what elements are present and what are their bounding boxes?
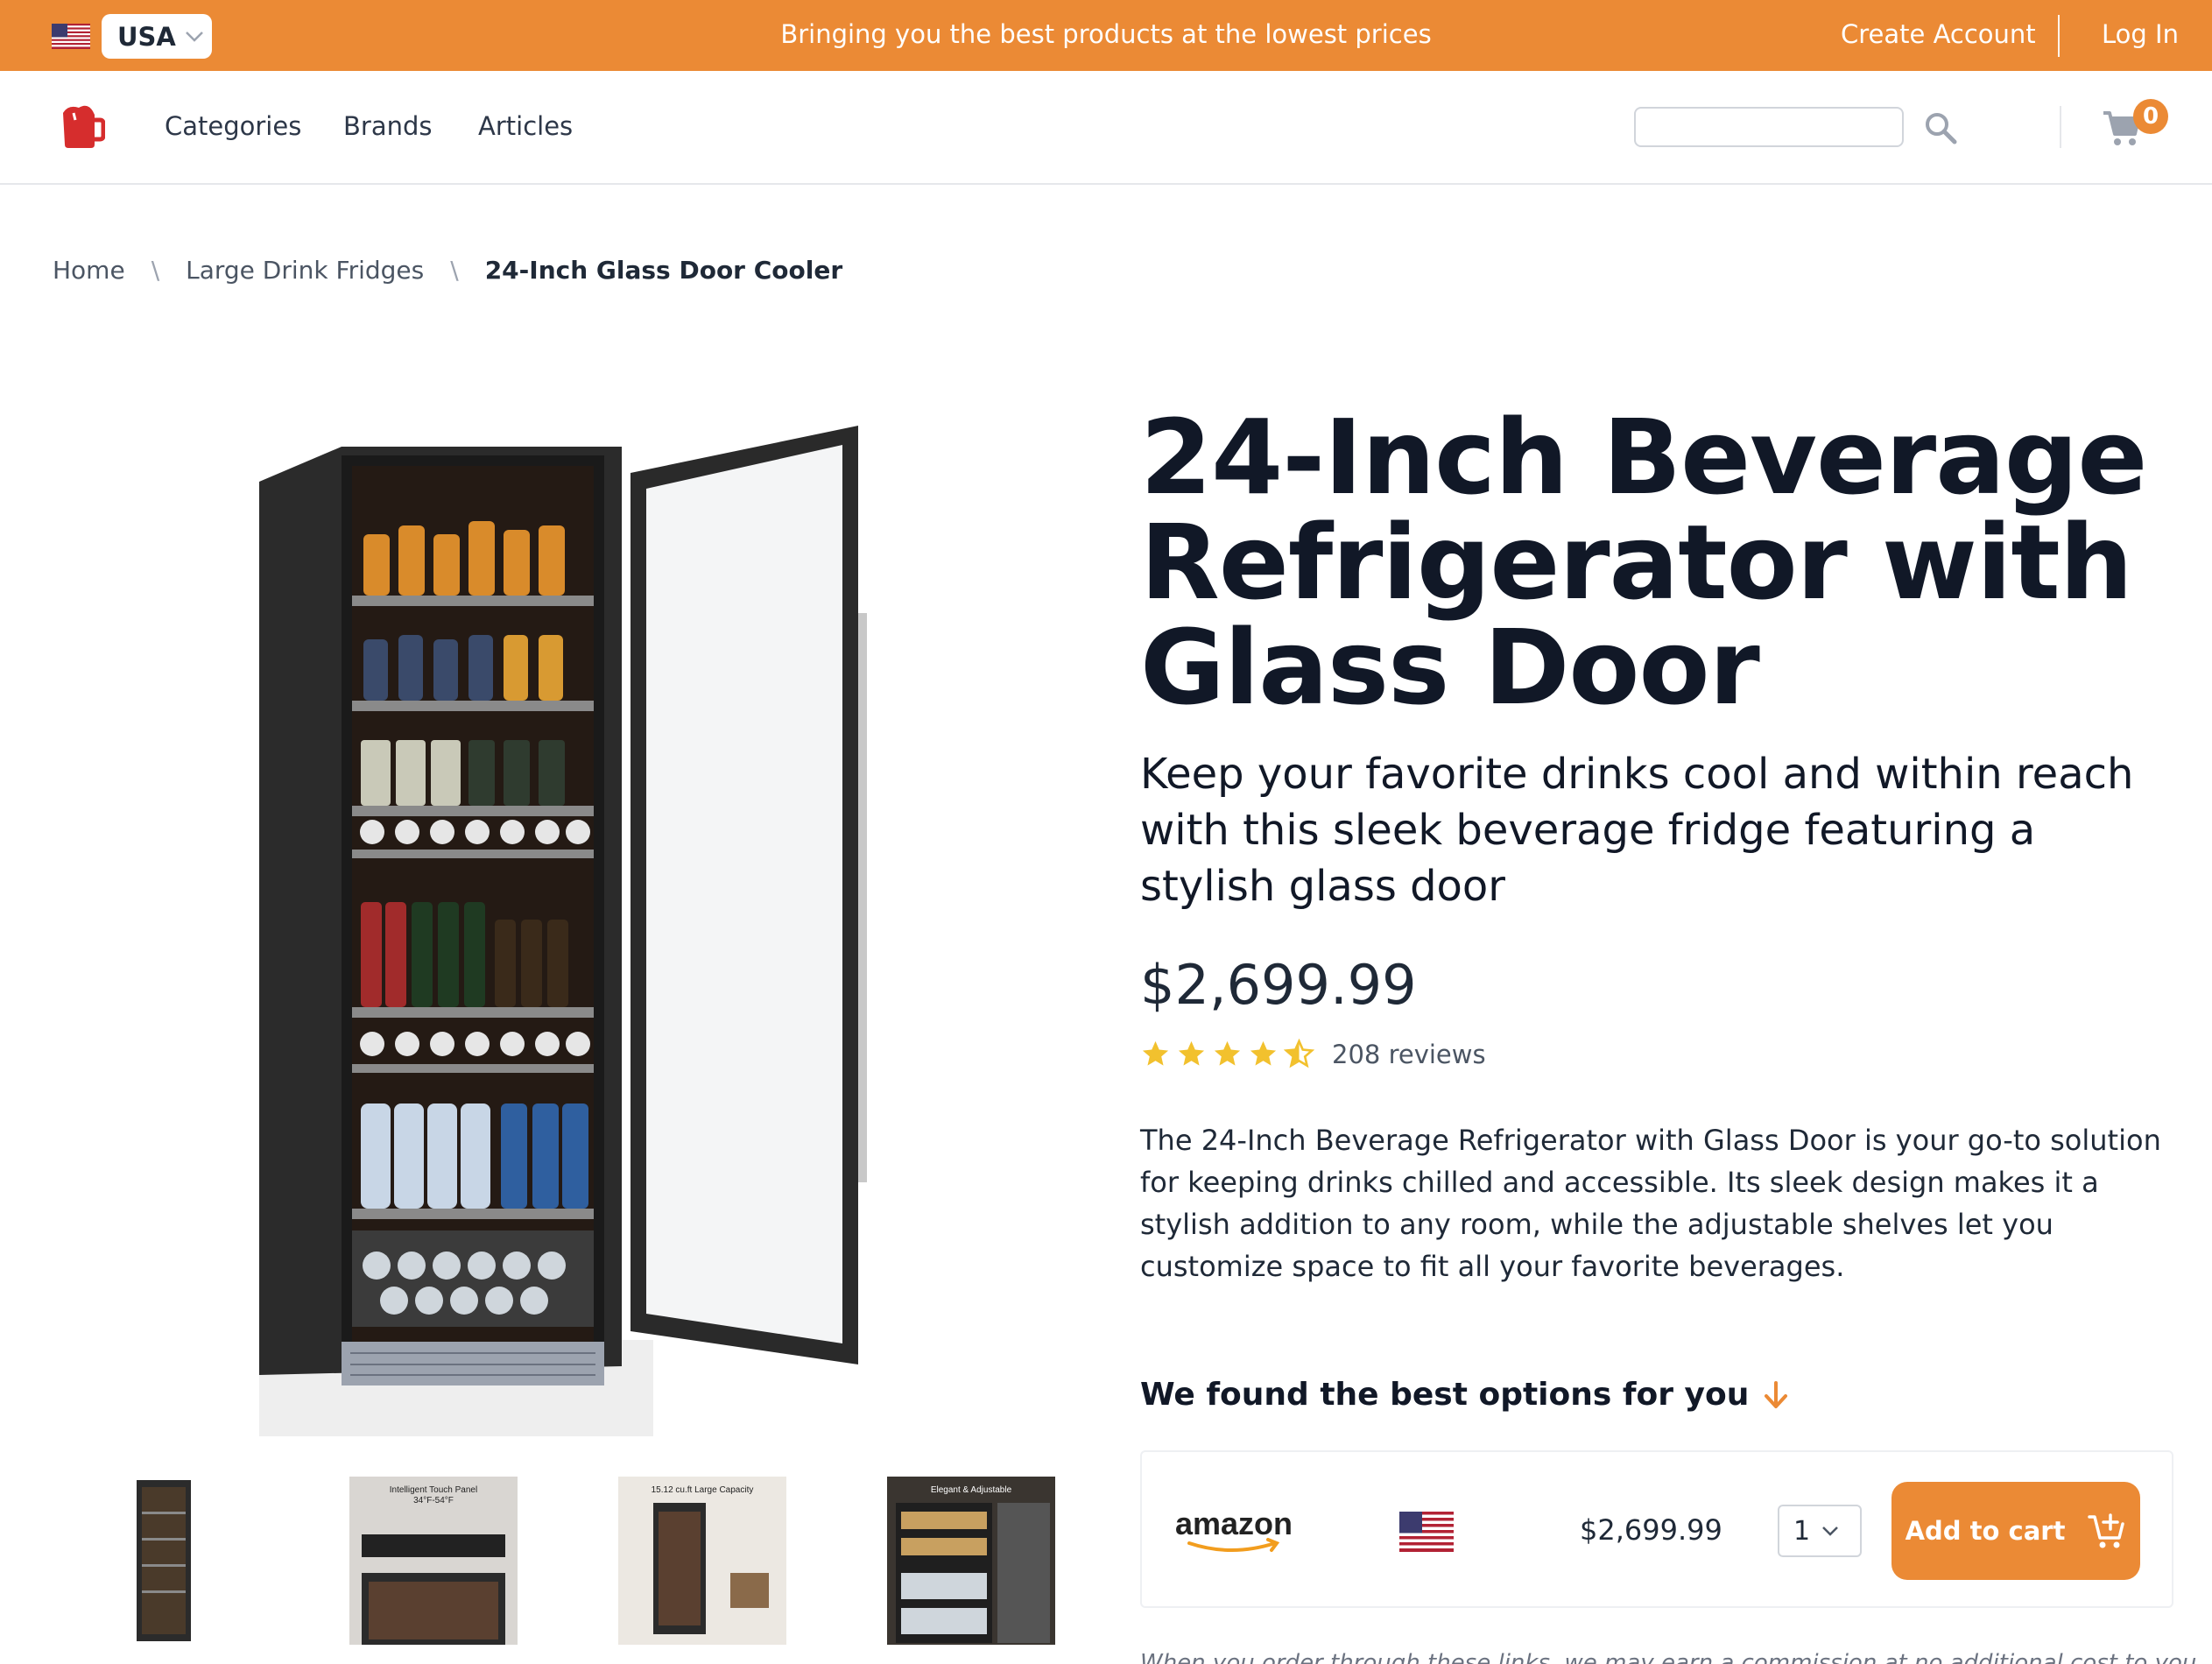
thumbnail-3[interactable]: 15.12 cu.ft Large Capacity [618,1477,786,1645]
thumbnail-2[interactable]: Intelligent Touch Panel 34°F-54°F [349,1477,518,1645]
divider [2058,15,2060,57]
search-input[interactable] [1634,107,1904,147]
thumbnail-2-subcaption: 34°F-54°F [413,1496,454,1505]
store-name: amazon [1175,1505,1293,1541]
breadcrumb-home[interactable]: Home [53,256,125,285]
quantity-value: 1 [1793,1515,1811,1547]
star-full-icon [1250,1040,1277,1066]
logo-mug-icon[interactable] [56,101,105,150]
affiliate-disclaimer: When you order through these links, we m… [1140,1650,2204,1664]
add-to-cart-button[interactable]: Add to cart [1891,1482,2140,1580]
best-options-heading: We found the best options for you [1140,1377,1791,1413]
usa-flag-icon [1399,1512,1454,1552]
breadcrumb-current: 24-Inch Glass Door Cooler [484,256,843,285]
quantity-select[interactable]: 1 [1778,1505,1862,1557]
rating: 208 reviews [1140,1039,1486,1069]
thumbnail-4[interactable]: Elegant & Adjustable [887,1477,1055,1645]
breadcrumb-category[interactable]: Large Drink Fridges [186,256,424,285]
star-full-icon [1142,1040,1169,1066]
star-half-icon [1284,1039,1314,1068]
main-nav: Categories Brands Articles 0 [0,71,2212,185]
thumbnail-3-caption: 15.12 cu.ft Large Capacity [652,1485,754,1495]
breadcrumb: Home \ Large Drink Fridges \ 24-Inch Gla… [53,256,842,285]
best-options-label: We found the best options for you [1140,1377,1750,1413]
breadcrumb-separator: \ [450,256,459,285]
nav-brands[interactable]: Brands [343,111,433,141]
review-count-link[interactable]: 208 reviews [1332,1040,1486,1069]
breadcrumb-separator: \ [151,256,160,285]
arrow-down-icon [1765,1380,1788,1408]
star-full-icon [1214,1040,1241,1066]
star-rating [1140,1039,1314,1069]
thumbnail-4-caption: Elegant & Adjustable [931,1485,1012,1495]
add-to-cart-icon [2088,1513,2125,1548]
create-account-link[interactable]: Create Account [1841,19,2036,49]
nav-categories[interactable]: Categories [165,111,301,141]
product-price: $2,699.99 [1140,953,1417,1017]
divider [2060,106,2061,148]
login-link[interactable]: Log In [2102,19,2179,49]
offer-card: amazon $2,699.99 1 Add to cart [1140,1450,2173,1608]
product-title: 24-Inch Beverage Refrigerator with Glass… [1140,397,2147,728]
offer-price: $2,699.99 [1580,1513,1722,1547]
chevron-down-icon [1822,1527,1838,1536]
thumbnail-1[interactable] [110,1477,278,1645]
product-subtitle: Keep your favorite drinks cool and withi… [1140,750,2134,911]
amazon-logo-icon: amazon [1175,1505,1293,1552]
top-bar: USA Bringing you the best products at th… [0,0,2212,71]
search-icon[interactable] [1923,110,1958,145]
cart-count-badge: 0 [2133,99,2168,134]
product-image[interactable] [254,412,884,1436]
product-description: The 24-Inch Beverage Refrigerator with G… [1140,1124,2161,1283]
star-full-icon [1178,1040,1205,1066]
thumbnail-2-caption: Intelligent Touch Panel [390,1485,477,1495]
add-to-cart-label: Add to cart [1905,1516,2066,1546]
nav-articles[interactable]: Articles [478,111,573,141]
